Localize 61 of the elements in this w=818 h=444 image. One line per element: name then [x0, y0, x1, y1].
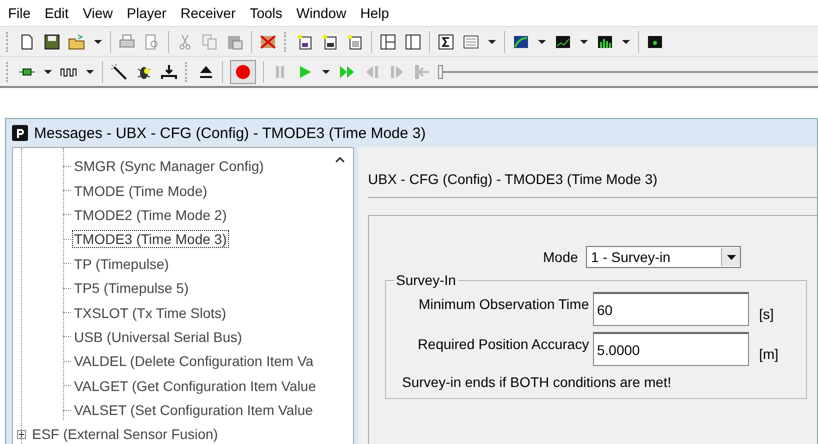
dropdown-caret-icon[interactable]: [93, 38, 103, 46]
app-logo-icon: [12, 125, 28, 141]
tree-item[interactable]: TMODE (Time Mode): [72, 182, 210, 200]
tree-item[interactable]: VALGET (Get Configuration Item Value: [72, 376, 318, 395]
menu-item[interactable]: Help: [354, 3, 395, 23]
tree-item[interactable]: USB (Universal Serial Bus): [72, 328, 244, 346]
tree-item[interactable]: VALDEL (Delete Configuration Item Va: [72, 352, 316, 370]
split-panel-icon[interactable]: [379, 32, 397, 50]
expand-icon[interactable]: [17, 430, 26, 439]
menu-item[interactable]: Window: [290, 3, 352, 23]
dropdown-caret-icon[interactable]: [43, 68, 53, 76]
skip-to-start-icon[interactable]: [413, 62, 431, 80]
dropdown-caret-icon[interactable]: [487, 38, 497, 46]
crossed-box-icon[interactable]: [259, 32, 277, 50]
tree-item[interactable]: TMODE3 (Time Mode 3): [72, 230, 229, 248]
input-field[interactable]: 60: [593, 292, 749, 326]
dropdown-caret-icon[interactable]: [537, 38, 547, 46]
dropdown-caret-icon[interactable]: [621, 38, 631, 46]
field-label: Required Position Accuracy: [416, 335, 590, 352]
print-icon[interactable]: [118, 32, 136, 50]
menu-item[interactable]: View: [76, 3, 119, 23]
field-label: Minimum Observation Time: [418, 295, 590, 312]
mode-dropdown[interactable]: 1 - Survey-in: [586, 246, 742, 268]
menu-item[interactable]: Receiver: [174, 3, 242, 23]
window-title: Messages - UBX - CFG (Config) - TMODE3 (Time Mode 3): [34, 124, 426, 142]
open-folder-icon[interactable]: [68, 32, 86, 50]
tree-item[interactable]: TP5 (Timepulse 5): [72, 279, 191, 298]
dropdown-caret-icon[interactable]: [579, 38, 589, 46]
record-button[interactable]: [230, 60, 256, 84]
note-text: Survey-in ends if BOTH conditions are met!: [401, 373, 672, 390]
record-icon: [235, 64, 251, 80]
unit-label: [m]: [759, 345, 778, 362]
grid-document-icon[interactable]: [346, 32, 364, 50]
dropdown-caret-icon[interactable]: [321, 68, 331, 76]
table-icon[interactable]: [462, 32, 480, 50]
tree-item[interactable]: TP (Timepulse): [72, 254, 171, 273]
tree-item[interactable]: SMGR (Sync Manager Config): [72, 157, 266, 176]
scroll-up-icon[interactable]: [335, 156, 345, 163]
save-icon[interactable]: [43, 32, 61, 50]
caret-icon: [726, 254, 736, 260]
menu-item[interactable]: Tools: [244, 3, 288, 23]
menu-item[interactable]: File: [2, 3, 37, 23]
magic-wand-icon[interactable]: [110, 62, 128, 80]
tree-item[interactable]: ESF (External Sensor Fusion): [30, 425, 220, 444]
download-icon[interactable]: [160, 62, 178, 80]
menu-item[interactable]: Player: [120, 3, 172, 23]
input-field[interactable]: 5.0000: [593, 332, 749, 366]
tree-item[interactable]: TMODE2 (Time Mode 2): [72, 206, 229, 224]
binary-document-icon[interactable]: [321, 32, 339, 50]
tree-item[interactable]: VALSET (Set Configuration Item Value: [72, 401, 315, 420]
document-star-icon[interactable]: [296, 32, 314, 50]
side-panel-icon[interactable]: [404, 32, 422, 50]
mode-label: Mode: [543, 249, 578, 265]
group-title: Survey-In: [395, 272, 457, 288]
dropdown-caret-icon[interactable]: [85, 68, 95, 76]
slider-thumb[interactable]: [438, 64, 443, 78]
panel-heading: UBX - CFG (Config) - TMODE3 (Time Mode 3): [368, 171, 658, 187]
sigma-icon[interactable]: [437, 32, 455, 50]
menu-item[interactable]: Edit: [38, 3, 75, 23]
unit-label: [s]: [759, 305, 774, 322]
tree-item[interactable]: TXSLOT (Tx Time Slots): [72, 304, 228, 322]
